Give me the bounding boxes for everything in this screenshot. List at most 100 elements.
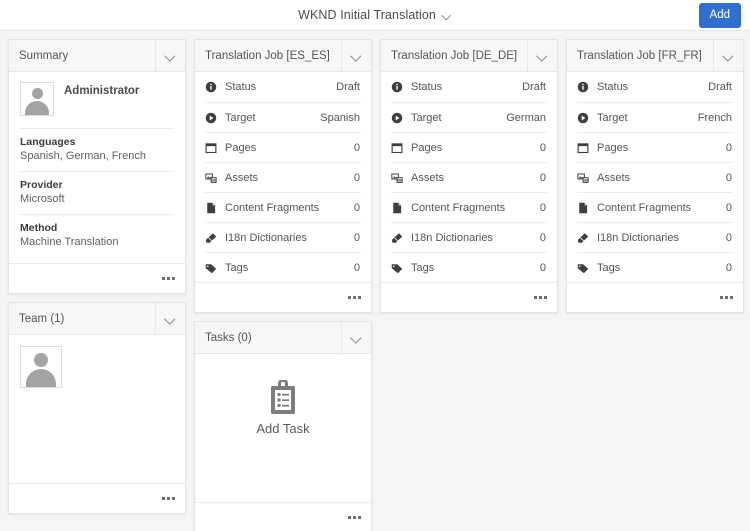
summary-field-label: Languages bbox=[20, 136, 76, 148]
document-icon bbox=[577, 202, 597, 214]
summary-card-footer bbox=[9, 263, 185, 293]
job-row-value: Draft bbox=[708, 81, 732, 93]
job-row-i18n-dictionaries: I18n Dictionaries 0 bbox=[391, 222, 547, 252]
translation-job-fr-footer bbox=[567, 282, 743, 312]
job-row-label: Content Fragments bbox=[225, 201, 320, 214]
document-icon bbox=[205, 202, 225, 214]
more-options-icon[interactable] bbox=[162, 277, 175, 280]
tasks-collapse-toggle[interactable] bbox=[341, 322, 371, 353]
job-row-i18n-dictionaries: I18n Dictionaries 0 bbox=[577, 222, 733, 252]
job-row-value: 0 bbox=[725, 141, 732, 154]
job-row-status: Status Draft bbox=[577, 72, 733, 102]
add-button[interactable]: Add bbox=[698, 3, 741, 28]
translation-job-de-footer bbox=[381, 282, 557, 312]
info-circle-icon bbox=[391, 81, 411, 93]
more-options-icon[interactable] bbox=[348, 516, 361, 519]
assets-image-icon bbox=[391, 172, 411, 184]
document-icon bbox=[391, 202, 411, 214]
job-row-content-fragments: Content Fragments 0 bbox=[391, 192, 547, 222]
job-row-tags: Tags 0 bbox=[205, 252, 361, 282]
assets-image-icon bbox=[577, 172, 597, 184]
job-row-label: I18n Dictionaries bbox=[597, 231, 679, 244]
summary-card-body: Administrator Languages Spanish, German,… bbox=[9, 72, 185, 263]
add-task-button[interactable]: Add Task bbox=[256, 380, 310, 436]
chevron-down-icon bbox=[723, 50, 734, 61]
job-row-value: German bbox=[506, 111, 546, 124]
chevron-down-icon bbox=[165, 50, 176, 61]
job-row-value: 0 bbox=[353, 141, 360, 154]
more-options-icon[interactable] bbox=[162, 497, 175, 500]
summary-user-name: Administrator bbox=[64, 85, 140, 97]
tag-icon bbox=[205, 262, 225, 274]
summary-field-provider: Provider Microsoft bbox=[20, 171, 174, 214]
job-row-label: Status bbox=[225, 81, 257, 93]
summary-collapse-toggle[interactable] bbox=[155, 40, 185, 71]
team-collapse-toggle[interactable] bbox=[155, 303, 185, 334]
more-options-icon[interactable] bbox=[534, 296, 547, 299]
job-row-label: Tags bbox=[411, 261, 435, 274]
more-options-icon[interactable] bbox=[348, 296, 361, 299]
translation-job-fr-collapse-toggle[interactable] bbox=[713, 40, 743, 71]
job-row-value: 0 bbox=[539, 261, 546, 274]
play-circle-icon bbox=[577, 112, 597, 124]
translation-job-es-footer bbox=[195, 282, 371, 312]
job-row-pages: Pages 0 bbox=[205, 132, 361, 162]
info-circle-icon bbox=[577, 81, 597, 93]
column-de: Translation Job [DE_DE] Status Draft Tar… bbox=[380, 39, 558, 313]
job-row-label: Content Fragments bbox=[597, 201, 692, 214]
avatar[interactable] bbox=[20, 346, 62, 388]
translation-job-de-collapse-toggle[interactable] bbox=[527, 40, 557, 71]
job-row-content-fragments: Content Fragments 0 bbox=[205, 192, 361, 222]
page-title-dropdown[interactable]: WKND Initial Translation bbox=[298, 8, 452, 22]
job-row-label: Target bbox=[411, 111, 442, 124]
tasks-card-title: Tasks (0) bbox=[205, 331, 252, 344]
job-row-label: I18n Dictionaries bbox=[225, 231, 307, 244]
job-row-label: Assets bbox=[225, 171, 259, 184]
translation-job-es-header: Translation Job [ES_ES] bbox=[195, 40, 371, 72]
add-task-label: Add Task bbox=[256, 421, 310, 436]
translation-job-card-fr: Translation Job [FR_FR] Status Draft Tar… bbox=[566, 39, 744, 313]
page-title: WKND Initial Translation bbox=[298, 8, 436, 22]
eraser-icon bbox=[577, 232, 597, 244]
summary-field-value: Spanish, German, French bbox=[20, 150, 146, 162]
job-row-value: French bbox=[697, 111, 732, 124]
more-options-icon[interactable] bbox=[720, 296, 733, 299]
chevron-down-icon bbox=[351, 50, 362, 61]
job-row-value: 0 bbox=[539, 231, 546, 244]
summary-field-method: Method Machine Translation bbox=[20, 214, 174, 257]
job-row-assets: Assets 0 bbox=[205, 162, 361, 192]
job-row-label: Tags bbox=[225, 261, 249, 274]
job-row-tags: Tags 0 bbox=[391, 252, 547, 282]
column-es: Translation Job [ES_ES] Status Draft Tar… bbox=[194, 39, 372, 531]
job-row-label: Content Fragments bbox=[411, 201, 506, 214]
eraser-icon bbox=[205, 232, 225, 244]
job-row-value: Draft bbox=[336, 81, 360, 93]
job-row-i18n-dictionaries: I18n Dictionaries 0 bbox=[205, 222, 361, 252]
summary-field-label: Method bbox=[20, 222, 58, 234]
job-row-value: 0 bbox=[539, 171, 546, 184]
team-card-body bbox=[9, 335, 185, 483]
team-card-header: Team (1) bbox=[9, 303, 185, 335]
tasks-card-footer bbox=[195, 502, 371, 531]
assets-image-icon bbox=[205, 172, 225, 184]
job-row-value: 0 bbox=[353, 201, 360, 214]
job-row-target: Target German bbox=[391, 102, 547, 132]
job-row-label: Pages bbox=[597, 141, 629, 154]
job-row-value: 0 bbox=[539, 141, 546, 154]
team-card-footer bbox=[9, 483, 185, 513]
chevron-down-icon[interactable] bbox=[443, 11, 452, 20]
job-row-value: 0 bbox=[725, 261, 732, 274]
job-row-value: Draft bbox=[522, 81, 546, 93]
job-row-status: Status Draft bbox=[205, 72, 361, 102]
top-bar: WKND Initial Translation Add bbox=[0, 0, 750, 31]
translation-job-es-collapse-toggle[interactable] bbox=[341, 40, 371, 71]
job-row-label: Tags bbox=[597, 261, 621, 274]
job-row-value: 0 bbox=[725, 201, 732, 214]
job-row-label: I18n Dictionaries bbox=[411, 231, 493, 244]
job-row-value: 0 bbox=[725, 231, 732, 244]
job-row-label: Status bbox=[411, 81, 443, 93]
tag-icon bbox=[577, 262, 597, 274]
summary-card: Summary Administrator Languages Spanish,… bbox=[8, 39, 186, 294]
summary-field-label: Provider bbox=[20, 179, 63, 191]
card-board: Summary Administrator Languages Spanish,… bbox=[0, 31, 750, 531]
